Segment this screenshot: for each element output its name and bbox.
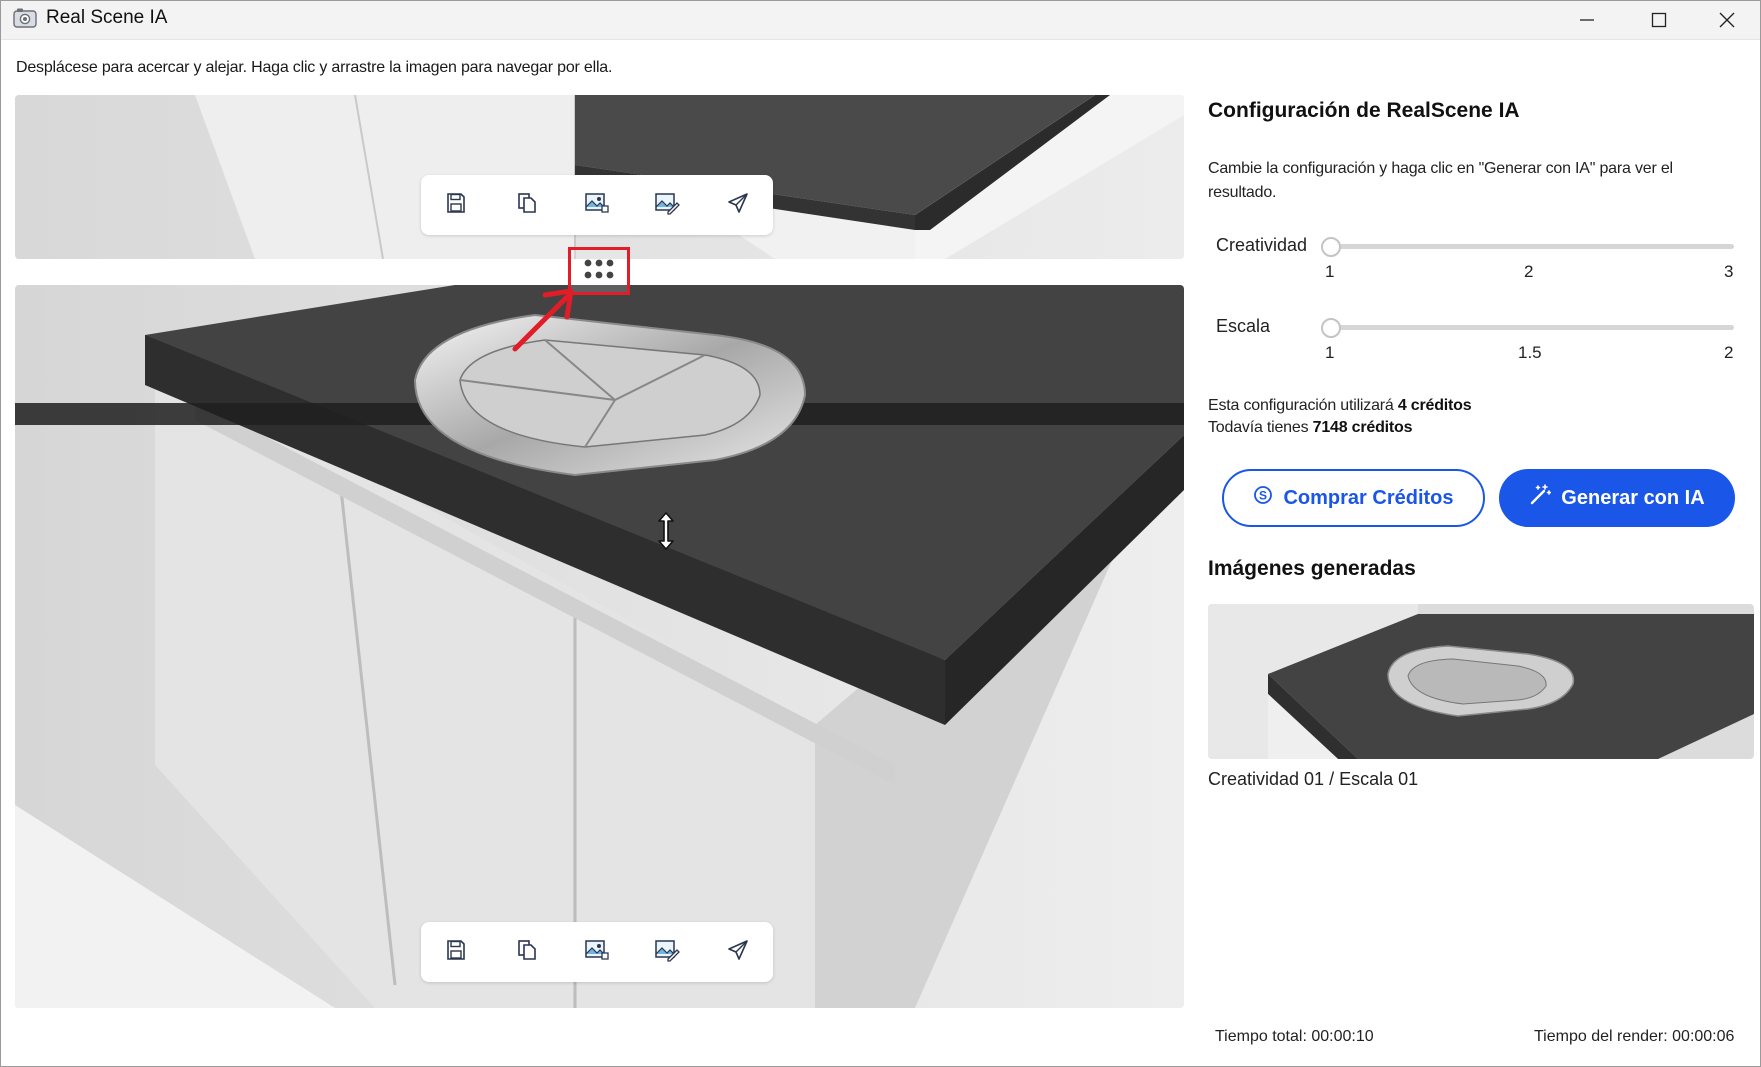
copy-button[interactable] [507, 185, 547, 225]
edit-image-button[interactable] [647, 185, 687, 225]
coin-icon: S [1253, 485, 1273, 511]
copy-button[interactable] [507, 932, 547, 972]
image-edit-icon [654, 191, 681, 220]
scale-slider-thumb[interactable] [1321, 318, 1341, 338]
generate-ai-label: Generar con IA [1561, 486, 1705, 509]
save-button[interactable] [436, 932, 476, 972]
camera-icon [13, 7, 37, 29]
generated-image-caption: Creatividad 01 / Escala 01 [1208, 769, 1419, 789]
generated-image-toolbar [421, 922, 773, 982]
export-image-button[interactable] [577, 185, 617, 225]
generate-ai-button[interactable]: Generar con IA [1499, 469, 1735, 527]
buy-credits-label: Comprar Créditos [1283, 486, 1454, 509]
total-time-status: Tiempo total: 00:00:10 [1215, 1028, 1374, 1045]
original-image-viewer[interactable] [15, 95, 1184, 259]
scale-label: Escala [1216, 316, 1271, 336]
magic-wand-icon [1529, 484, 1552, 512]
generated-thumbnail-image [1208, 604, 1754, 759]
send-button[interactable] [718, 185, 758, 225]
image-export-icon [584, 191, 610, 220]
panel-description: Cambie la configuración y haga clic en "… [1208, 160, 1673, 201]
annotation-arrow-icon [512, 288, 574, 352]
resize-cursor-icon [658, 512, 674, 550]
edit-image-button[interactable] [647, 932, 687, 972]
minimize-button[interactable] [1551, 1, 1623, 39]
minimize-icon [1579, 12, 1595, 28]
generated-images-title: Imágenes generadas [1208, 557, 1416, 580]
navigation-instructions: Desplácese para acercar y alejar. Haga c… [16, 59, 613, 76]
app-window: Real Scene IA Desplácese para acercar y … [0, 0, 1761, 1067]
save-button[interactable] [436, 185, 476, 225]
send-button[interactable] [718, 932, 758, 972]
image-export-icon [584, 938, 610, 967]
copy-icon [515, 191, 539, 220]
maximize-icon [1651, 12, 1667, 28]
save-icon [444, 938, 468, 967]
creativity-tick: 3 [1724, 262, 1734, 281]
credits-cost-text: Esta configuración utilizará [1208, 397, 1398, 414]
scale-tick: 2 [1724, 343, 1734, 362]
buy-credits-button[interactable]: S Comprar Créditos [1222, 469, 1485, 527]
creativity-tick: 2 [1524, 262, 1534, 281]
drag-dots-icon [582, 257, 616, 286]
original-image-toolbar [421, 175, 773, 235]
image-edit-icon [654, 938, 681, 967]
window-title: Real Scene IA [46, 7, 168, 28]
creativity-label: Creatividad [1216, 235, 1308, 255]
copy-icon [515, 938, 539, 967]
scale-tick: 1 [1325, 343, 1335, 362]
creativity-slider[interactable] [1323, 244, 1734, 249]
credits-cost: Esta configuración utilizará 4 créditos [1208, 397, 1472, 415]
generated-render-image [15, 285, 1184, 1008]
export-image-button[interactable] [577, 932, 617, 972]
generated-image-viewer[interactable] [15, 285, 1184, 1008]
credits-balance-text: Todavía tienes [1208, 419, 1313, 436]
credits-balance-value: 7148 créditos [1312, 419, 1413, 436]
generated-image-thumbnail[interactable] [1208, 604, 1754, 759]
save-icon [444, 191, 468, 220]
panel-title: Configuración de RealScene IA [1208, 99, 1520, 122]
render-time-status: Tiempo del render: 00:00:06 [1534, 1028, 1735, 1045]
scale-slider[interactable] [1323, 325, 1734, 330]
send-icon [726, 191, 750, 220]
maximize-button[interactable] [1623, 1, 1695, 39]
close-icon [1719, 12, 1735, 28]
scale-tick: 1.5 [1518, 343, 1542, 362]
credits-cost-value: 4 créditos [1397, 397, 1472, 414]
svg-text:S: S [1259, 489, 1267, 503]
close-button[interactable] [1691, 1, 1760, 39]
credits-balance: Todavía tienes 7148 créditos [1208, 419, 1413, 437]
creativity-slider-thumb[interactable] [1321, 237, 1341, 257]
send-icon [726, 938, 750, 967]
title-bar: Real Scene IA [1, 1, 1760, 40]
creativity-tick: 1 [1325, 262, 1335, 281]
